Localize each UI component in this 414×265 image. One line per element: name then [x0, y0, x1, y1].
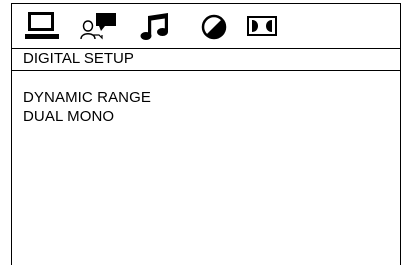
tab-general-setup[interactable] — [24, 11, 60, 41]
digital-setup-menu: DYNAMIC RANGE DUAL MONO — [23, 88, 151, 126]
contrast-icon — [201, 14, 227, 40]
music-note-icon — [140, 13, 168, 40]
setup-tab-bar — [12, 4, 400, 49]
tab-digital-setup[interactable] — [245, 11, 281, 41]
tab-video-setup[interactable] — [196, 11, 232, 41]
section-title: DIGITAL SETUP — [12, 49, 400, 71]
menu-item-dual-mono[interactable]: DUAL MONO — [23, 107, 151, 126]
menu-item-dynamic-range[interactable]: DYNAMIC RANGE — [23, 88, 151, 107]
tab-speaker-setup[interactable] — [80, 11, 116, 41]
dolby-digital-icon — [247, 16, 277, 36]
tab-audio-setup[interactable] — [139, 11, 175, 41]
monitor-icon — [25, 12, 59, 39]
speaker-chat-icon — [80, 13, 116, 40]
setup-menu-frame: DIGITAL SETUP DYNAMIC RANGE DUAL MONO — [11, 3, 401, 265]
